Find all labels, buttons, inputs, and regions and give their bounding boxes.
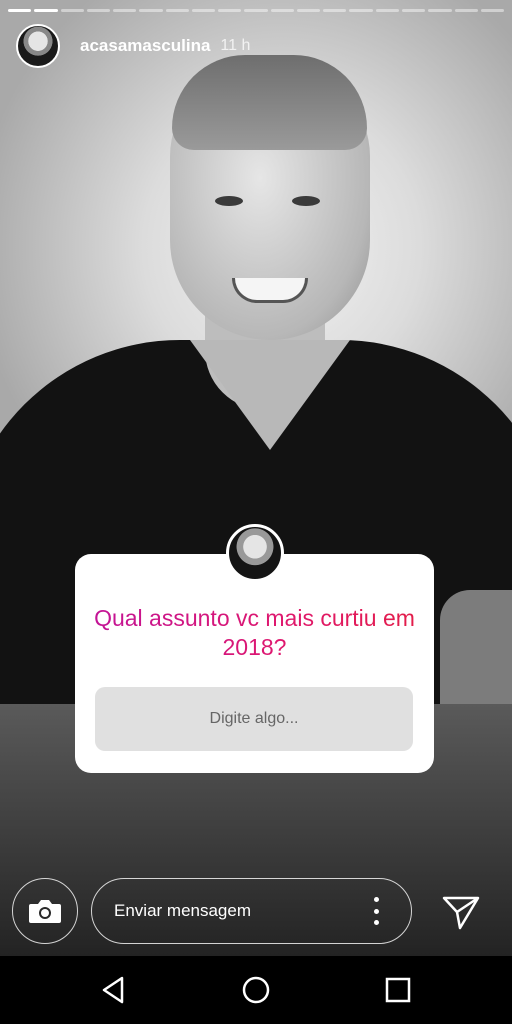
story-screen: acasamasculina 11 h Qual assunto vc mais…: [0, 0, 512, 1024]
question-text: Qual assunto vc mais curtiu em 2018?: [75, 604, 434, 662]
progress-segment: [428, 9, 452, 12]
progress-segment: [139, 9, 163, 12]
sticker-avatar: [226, 524, 284, 582]
progress-segment: [113, 9, 137, 12]
progress-segment: [191, 9, 216, 12]
progress-segment: [86, 9, 111, 12]
home-circle-icon[interactable]: [240, 974, 272, 1006]
story-progress-bar: [8, 9, 505, 12]
android-nav-bar: [0, 956, 512, 1024]
progress-segment: [375, 9, 399, 12]
story-header[interactable]: acasamasculina 11 h: [16, 24, 250, 68]
avatar[interactable]: [16, 24, 60, 68]
progress-segment: [270, 9, 294, 12]
question-sticker[interactable]: Qual assunto vc mais curtiu em 2018? Dig…: [75, 554, 434, 773]
progress-segment: [60, 9, 84, 12]
message-placeholder: Enviar mensagem: [114, 901, 252, 920]
back-triangle-icon[interactable]: [98, 974, 130, 1006]
message-input[interactable]: Enviar mensagem: [91, 878, 412, 944]
username[interactable]: acasamasculina: [80, 36, 210, 56]
progress-segment: [34, 9, 58, 12]
progress-segment: [480, 9, 505, 12]
progress-segment: [218, 9, 242, 12]
post-time: 11 h: [220, 37, 251, 54]
recents-square-icon[interactable]: [382, 974, 414, 1006]
progress-segment: [401, 9, 426, 12]
progress-segment: [296, 9, 321, 12]
camera-icon: [29, 900, 61, 923]
progress-segment: [349, 9, 373, 12]
camera-button[interactable]: [12, 878, 78, 944]
progress-segment: [323, 9, 347, 12]
send-icon[interactable]: [440, 890, 482, 932]
progress-segment: [454, 9, 478, 12]
more-vertical-icon[interactable]: [364, 897, 388, 925]
progress-segment: [165, 9, 189, 12]
progress-segment: [8, 9, 32, 12]
answer-input[interactable]: Digite algo...: [95, 687, 413, 751]
progress-segment: [244, 9, 268, 12]
